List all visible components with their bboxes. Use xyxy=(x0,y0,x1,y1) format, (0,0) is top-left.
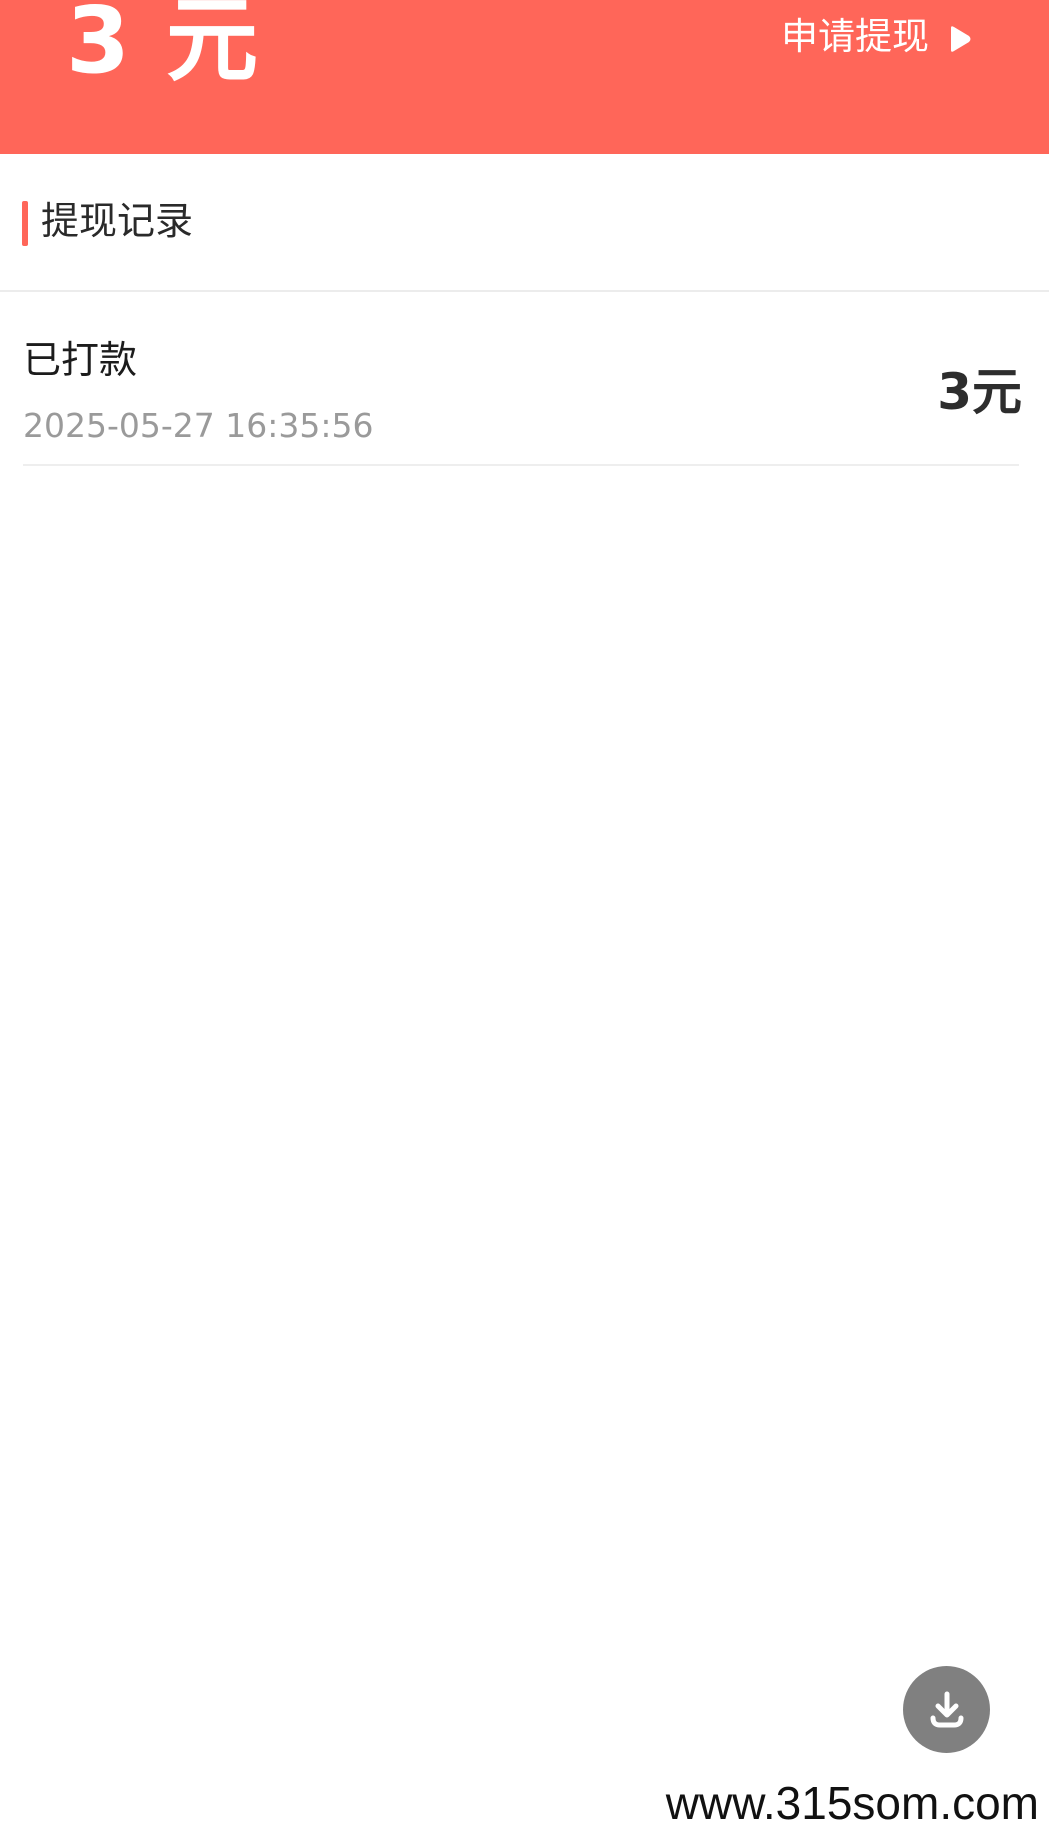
section-title: 提现记录 xyxy=(41,199,194,243)
balance-header: 3 元 申请提现 xyxy=(0,0,1049,154)
record-amount: 3元 xyxy=(937,363,1022,421)
withdraw-records-header: 提现记录 xyxy=(0,154,1049,292)
record-item[interactable]: 已打款 2025-05-27 16:35:56 3元 xyxy=(23,292,1022,466)
site-watermark: www.315som.com xyxy=(665,1777,1039,1829)
triangle-right-icon xyxy=(947,19,973,52)
balance-amount: 3 元 xyxy=(66,0,261,94)
download-button[interactable] xyxy=(903,1666,990,1753)
download-icon xyxy=(930,1691,963,1727)
record-time: 2025-05-27 16:35:56 xyxy=(23,406,374,445)
apply-withdraw-label: 申请提现 xyxy=(781,15,929,58)
record-status: 已打款 xyxy=(23,338,138,382)
section-accent-bar xyxy=(22,201,28,246)
apply-withdraw-button[interactable]: 申请提现 xyxy=(781,8,973,58)
